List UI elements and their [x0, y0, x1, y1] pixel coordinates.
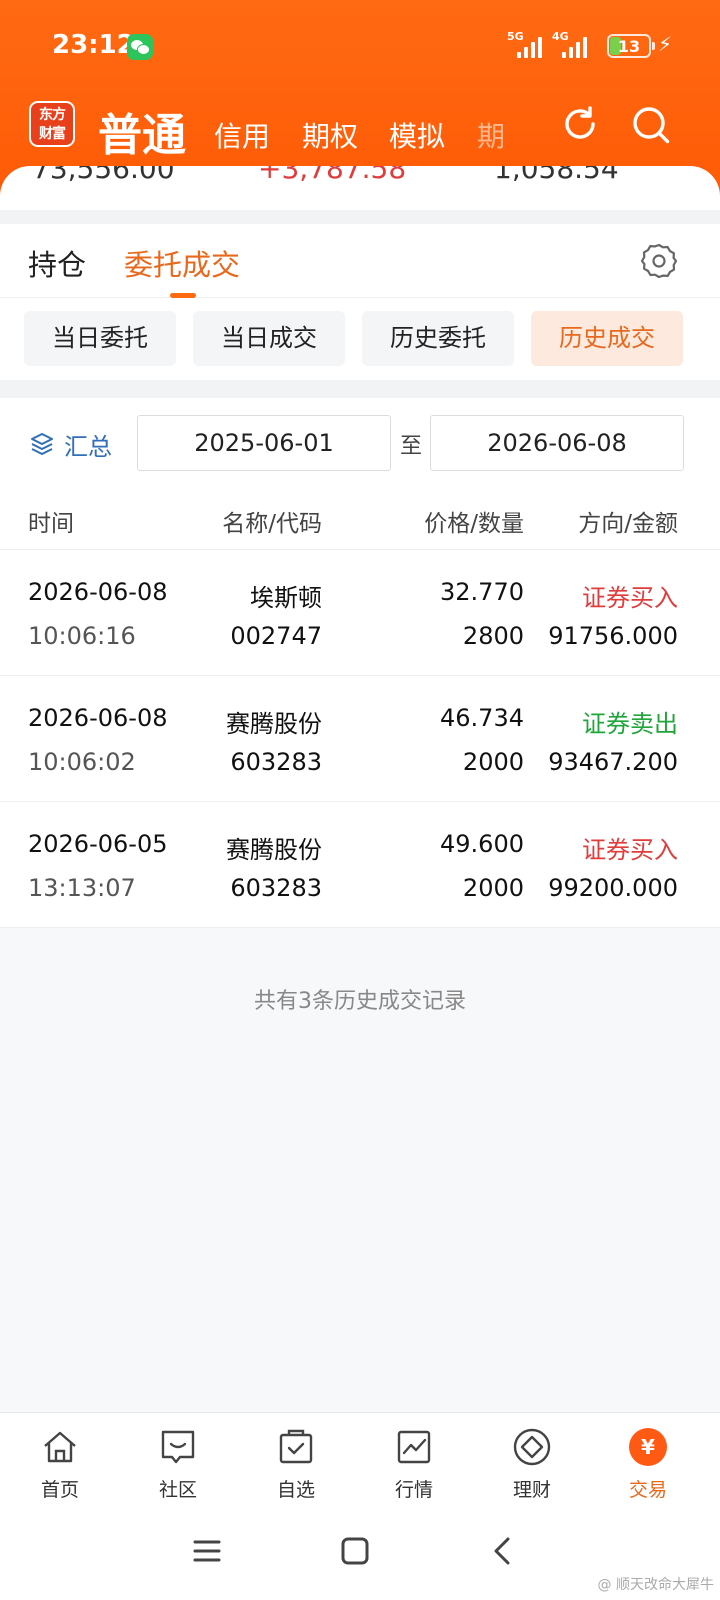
trade-time: 13:13:07 [28, 874, 136, 902]
stock-code: 603283 [230, 874, 322, 902]
svg-text:¥: ¥ [641, 1435, 655, 1459]
trade-direction: 证券买入 [582, 836, 678, 864]
refresh-icon[interactable] [560, 104, 600, 144]
table-row[interactable]: 2026-06-08 10:06:16 埃斯顿 002747 32.770 28… [0, 550, 720, 676]
battery-icon: 13 [607, 34, 655, 58]
stock-name: 赛腾股份 [226, 710, 322, 738]
search-icon[interactable] [630, 104, 672, 146]
trade-date: 2026-06-05 [28, 830, 168, 858]
table-row[interactable]: 2026-06-08 10:06:02 赛腾股份 603283 46.734 2… [0, 676, 720, 802]
layers-icon[interactable] [29, 431, 55, 457]
battery-level: 13 [617, 37, 641, 56]
trade-price: 49.600 [440, 830, 524, 858]
trade-amount: 91756.000 [548, 622, 678, 650]
back-icon[interactable] [488, 1536, 518, 1566]
section-divider [0, 380, 720, 398]
main-tabs: 持仓 委托成交 [0, 224, 720, 298]
subtab-today-orders[interactable]: 当日委托 [24, 311, 176, 366]
date-filter: 汇总 2025-06-01 至 2026-06-08 [0, 398, 720, 490]
wechat-notification-icon [127, 34, 153, 60]
trade-amount: 93467.200 [548, 748, 678, 776]
header-time: 时间 [28, 511, 74, 537]
nav-market[interactable]: 行情 [354, 1413, 474, 1513]
nav-trade[interactable]: ¥ 交易 [588, 1413, 708, 1513]
trade-price: 32.770 [440, 578, 524, 606]
account-type-tabs: 普通 信用 期权 模拟 期 [0, 95, 540, 155]
stock-code: 002747 [230, 622, 322, 650]
nav-wealth[interactable]: 理财 [472, 1413, 592, 1513]
status-bar: 23:12 5G 4G 13 ⚡ [52, 30, 673, 60]
trade-amount: 99200.000 [548, 874, 678, 902]
tab-positions[interactable]: 持仓 [28, 242, 86, 284]
home-button-icon[interactable] [340, 1536, 370, 1566]
section-divider [0, 210, 720, 224]
nav-community[interactable]: 社区 [118, 1413, 238, 1513]
nav-watchlist[interactable]: 自选 [236, 1413, 356, 1513]
stock-name: 赛腾股份 [226, 836, 322, 864]
header-direction-amount: 方向/金额 [578, 511, 678, 537]
subtab-history-trades[interactable]: 历史成交 [531, 311, 683, 366]
record-count-note: 共有3条历史成交记录 [254, 989, 466, 1014]
trade-direction: 证券买入 [582, 584, 678, 612]
status-time: 23:12 [52, 30, 135, 60]
header-price-qty: 价格/数量 [424, 511, 524, 537]
trade-date: 2026-06-08 [28, 704, 168, 732]
charging-icon: ⚡ [658, 32, 673, 56]
gear-icon[interactable] [640, 242, 678, 280]
account-tab-simulation[interactable]: 模拟 [389, 115, 445, 155]
wealth-icon [513, 1428, 551, 1466]
tab-orders-trades[interactable]: 委托成交 [124, 242, 240, 284]
trade-time: 10:06:02 [28, 748, 136, 776]
history-subtabs: 当日委托 当日成交 历史委托 历史成交 [0, 298, 720, 380]
nav-home[interactable]: 首页 [0, 1413, 120, 1513]
trade-quantity: 2000 [462, 874, 524, 902]
trade-direction: 证券卖出 [582, 710, 678, 738]
trade-price: 46.734 [440, 704, 524, 732]
trade-quantity: 2800 [462, 622, 524, 650]
account-tab-normal[interactable]: 普通 [98, 99, 186, 155]
table-row[interactable]: 2026-06-05 13:13:07 赛腾股份 603283 49.600 2… [0, 802, 720, 928]
bottom-navigation: 首页 社区 自选 行情 理财 ¥ 交易 [0, 1412, 720, 1512]
subtab-today-trades[interactable]: 当日成交 [193, 311, 345, 366]
trade-history-table: 时间 名称/代码 价格/数量 方向/金额 2026-06-08 10:06:16… [0, 490, 720, 928]
market-chart-icon [397, 1430, 431, 1464]
recent-apps-icon[interactable] [192, 1536, 222, 1566]
trade-quantity: 2000 [462, 748, 524, 776]
peek-available: 1,058.54 [494, 166, 619, 185]
date-separator: 至 [400, 434, 423, 459]
account-tab-options[interactable]: 期权 [302, 115, 358, 155]
trade-yen-icon: ¥ [629, 1428, 667, 1466]
stock-code: 603283 [230, 748, 322, 776]
watermark: @ 顺天改命大犀牛 [597, 1577, 714, 1593]
community-icon [161, 1430, 195, 1464]
peek-profit: +3,787.58 [258, 166, 407, 185]
subtab-history-orders[interactable]: 历史委托 [362, 311, 514, 366]
start-date-input[interactable]: 2025-06-01 [137, 415, 391, 471]
header-name-code: 名称/代码 [222, 511, 322, 537]
trade-date: 2026-06-08 [28, 578, 168, 606]
account-tab-credit[interactable]: 信用 [214, 115, 270, 155]
summary-button[interactable]: 汇总 [64, 427, 112, 462]
account-tab-futures[interactable]: 期 [477, 115, 505, 155]
stock-name: 埃斯顿 [250, 584, 322, 612]
watchlist-icon [279, 1429, 313, 1464]
table-header: 时间 名称/代码 价格/数量 方向/金额 [0, 490, 720, 550]
peek-total-assets: 73,556.00 [32, 166, 175, 185]
home-icon [44, 1431, 76, 1463]
end-date-input[interactable]: 2026-06-08 [430, 415, 684, 471]
account-summary-peek: 73,556.00 +3,787.58 1,058.54 [0, 166, 720, 210]
trade-time: 10:06:16 [28, 622, 136, 650]
